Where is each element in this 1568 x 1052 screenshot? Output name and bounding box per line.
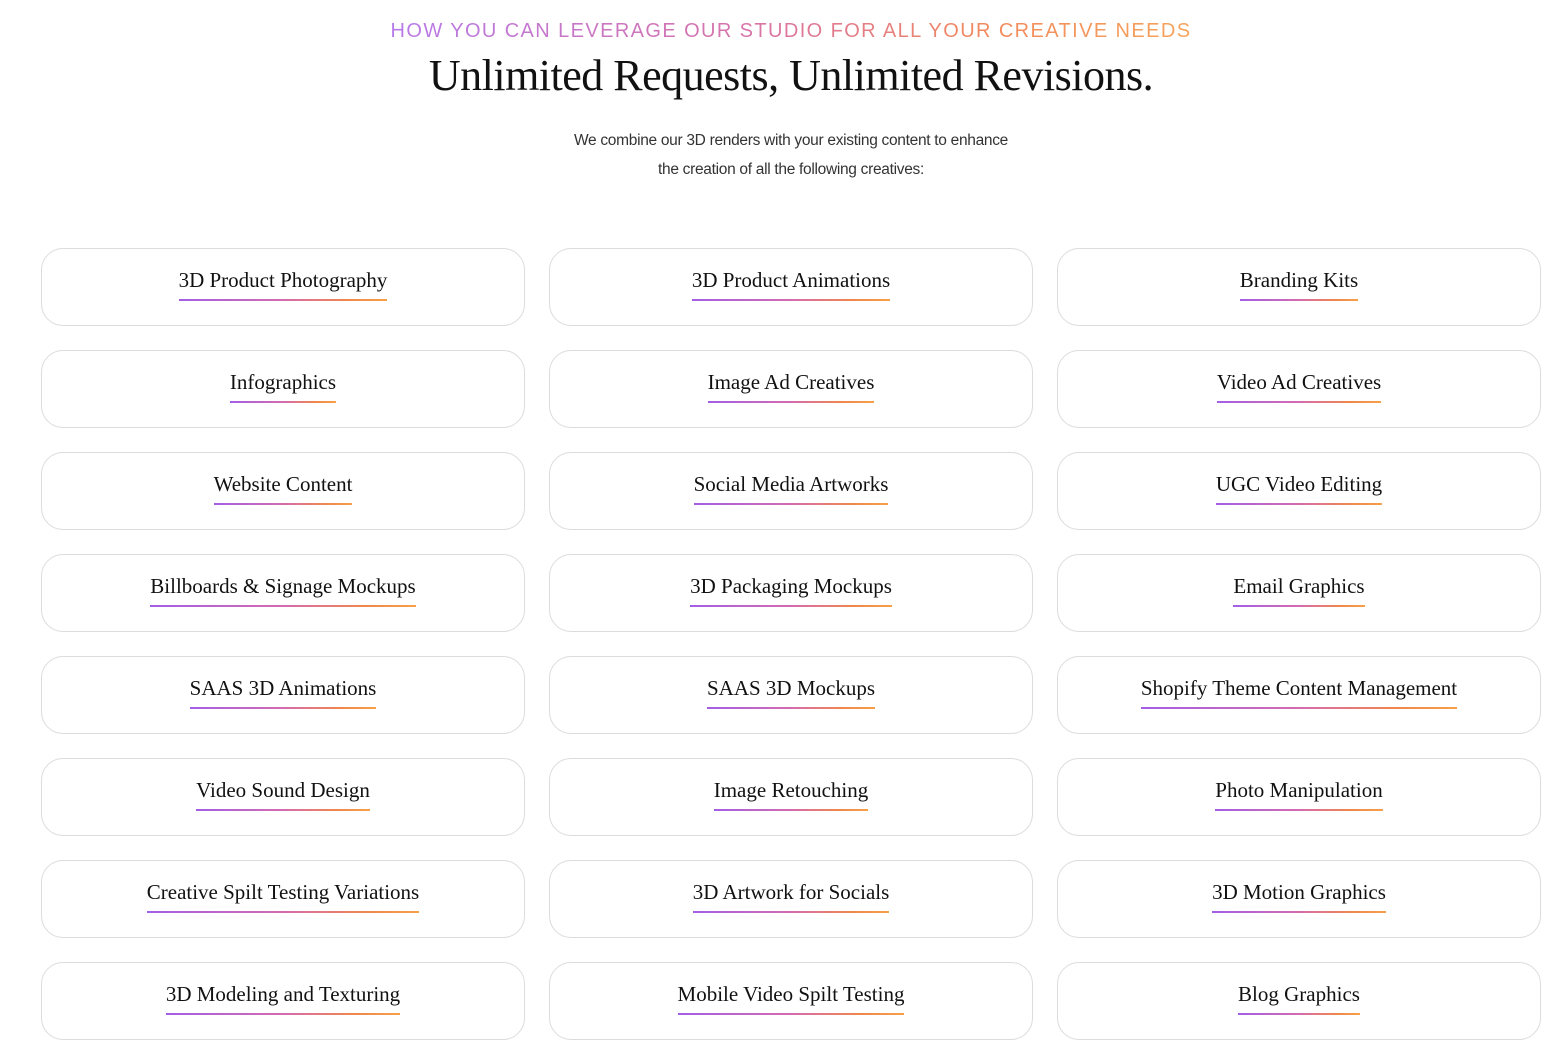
service-card-3d-modeling-and-texturing[interactable]: 3D Modeling and Texturing xyxy=(41,962,525,1040)
service-label: Blog Graphics xyxy=(1238,981,1360,1015)
service-label: Mobile Video Spilt Testing xyxy=(677,981,904,1015)
service-card-billboards-signage-mockups[interactable]: Billboards & Signage Mockups xyxy=(41,554,525,632)
service-label: Video Sound Design xyxy=(196,777,370,811)
service-card-infographics[interactable]: Infographics xyxy=(41,350,525,428)
service-label: SAAS 3D Mockups xyxy=(706,675,876,709)
service-label: 3D Product Photography xyxy=(178,267,387,301)
service-label: Creative Spilt Testing Variations xyxy=(146,879,420,913)
services-grid: 3D Product Photography 3D Product Animat… xyxy=(41,248,1541,1040)
service-label: 3D Product Animations xyxy=(691,267,891,301)
service-card-3d-motion-graphics[interactable]: 3D Motion Graphics xyxy=(1057,860,1541,938)
service-card-3d-packaging-mockups[interactable]: 3D Packaging Mockups xyxy=(549,554,1033,632)
service-card-3d-product-animations[interactable]: 3D Product Animations xyxy=(549,248,1033,326)
service-label: Photo Manipulation xyxy=(1215,777,1384,811)
service-label: Email Graphics xyxy=(1233,573,1365,607)
service-card-image-ad-creatives[interactable]: Image Ad Creatives xyxy=(549,350,1033,428)
service-card-3d-artwork-for-socials[interactable]: 3D Artwork for Socials xyxy=(549,860,1033,938)
subtext-line-1: We combine our 3D renders with your exis… xyxy=(573,132,1008,149)
service-label: UGC Video Editing xyxy=(1215,471,1383,505)
service-card-mobile-video-spilt-testing[interactable]: Mobile Video Spilt Testing xyxy=(549,962,1033,1040)
service-card-saas-3d-animations[interactable]: SAAS 3D Animations xyxy=(41,656,525,734)
eyebrow-text: HOW YOU CAN LEVERAGE OUR STUDIO FOR ALL … xyxy=(390,20,1192,42)
service-label: SAAS 3D Animations xyxy=(189,675,376,709)
service-card-branding-kits[interactable]: Branding Kits xyxy=(1057,248,1541,326)
subtext-line-2: the creation of all the following creati… xyxy=(658,161,924,178)
service-card-shopify-theme-content-management[interactable]: Shopify Theme Content Management xyxy=(1057,656,1541,734)
service-label: Image Ad Creatives xyxy=(707,369,874,403)
service-card-ugc-video-editing[interactable]: UGC Video Editing xyxy=(1057,452,1541,530)
service-card-social-media-artworks[interactable]: Social Media Artworks xyxy=(549,452,1033,530)
service-card-website-content[interactable]: Website Content xyxy=(41,452,525,530)
service-card-3d-product-photography[interactable]: 3D Product Photography xyxy=(41,248,525,326)
service-label: 3D Packaging Mockups xyxy=(690,573,892,607)
service-label: Website Content xyxy=(213,471,352,505)
service-card-blog-graphics[interactable]: Blog Graphics xyxy=(1057,962,1541,1040)
service-card-email-graphics[interactable]: Email Graphics xyxy=(1057,554,1541,632)
service-label: Video Ad Creatives xyxy=(1216,369,1382,403)
section-subtext: We combine our 3D renders with your exis… xyxy=(0,126,1568,184)
service-label: 3D Motion Graphics xyxy=(1212,879,1386,913)
service-card-image-retouching[interactable]: Image Retouching xyxy=(549,758,1033,836)
service-card-video-sound-design[interactable]: Video Sound Design xyxy=(41,758,525,836)
service-label: Billboards & Signage Mockups xyxy=(150,573,417,607)
section-eyebrow: HOW YOU CAN LEVERAGE OUR STUDIO FOR ALL … xyxy=(0,18,1568,44)
section-headline: Unlimited Requests, Unlimited Revisions. xyxy=(428,51,1154,100)
service-label: Shopify Theme Content Management xyxy=(1140,675,1458,709)
service-card-photo-manipulation[interactable]: Photo Manipulation xyxy=(1057,758,1541,836)
service-label: 3D Artwork for Socials xyxy=(692,879,889,913)
service-label: Infographics xyxy=(229,369,337,403)
service-card-video-ad-creatives[interactable]: Video Ad Creatives xyxy=(1057,350,1541,428)
service-label: Social Media Artworks xyxy=(693,471,888,505)
service-card-creative-spilt-testing-variations[interactable]: Creative Spilt Testing Variations xyxy=(41,860,525,938)
service-label: 3D Modeling and Texturing xyxy=(165,981,401,1015)
service-label: Image Retouching xyxy=(713,777,868,811)
service-card-saas-3d-mockups[interactable]: SAAS 3D Mockups xyxy=(549,656,1033,734)
service-label: Branding Kits xyxy=(1239,267,1359,301)
